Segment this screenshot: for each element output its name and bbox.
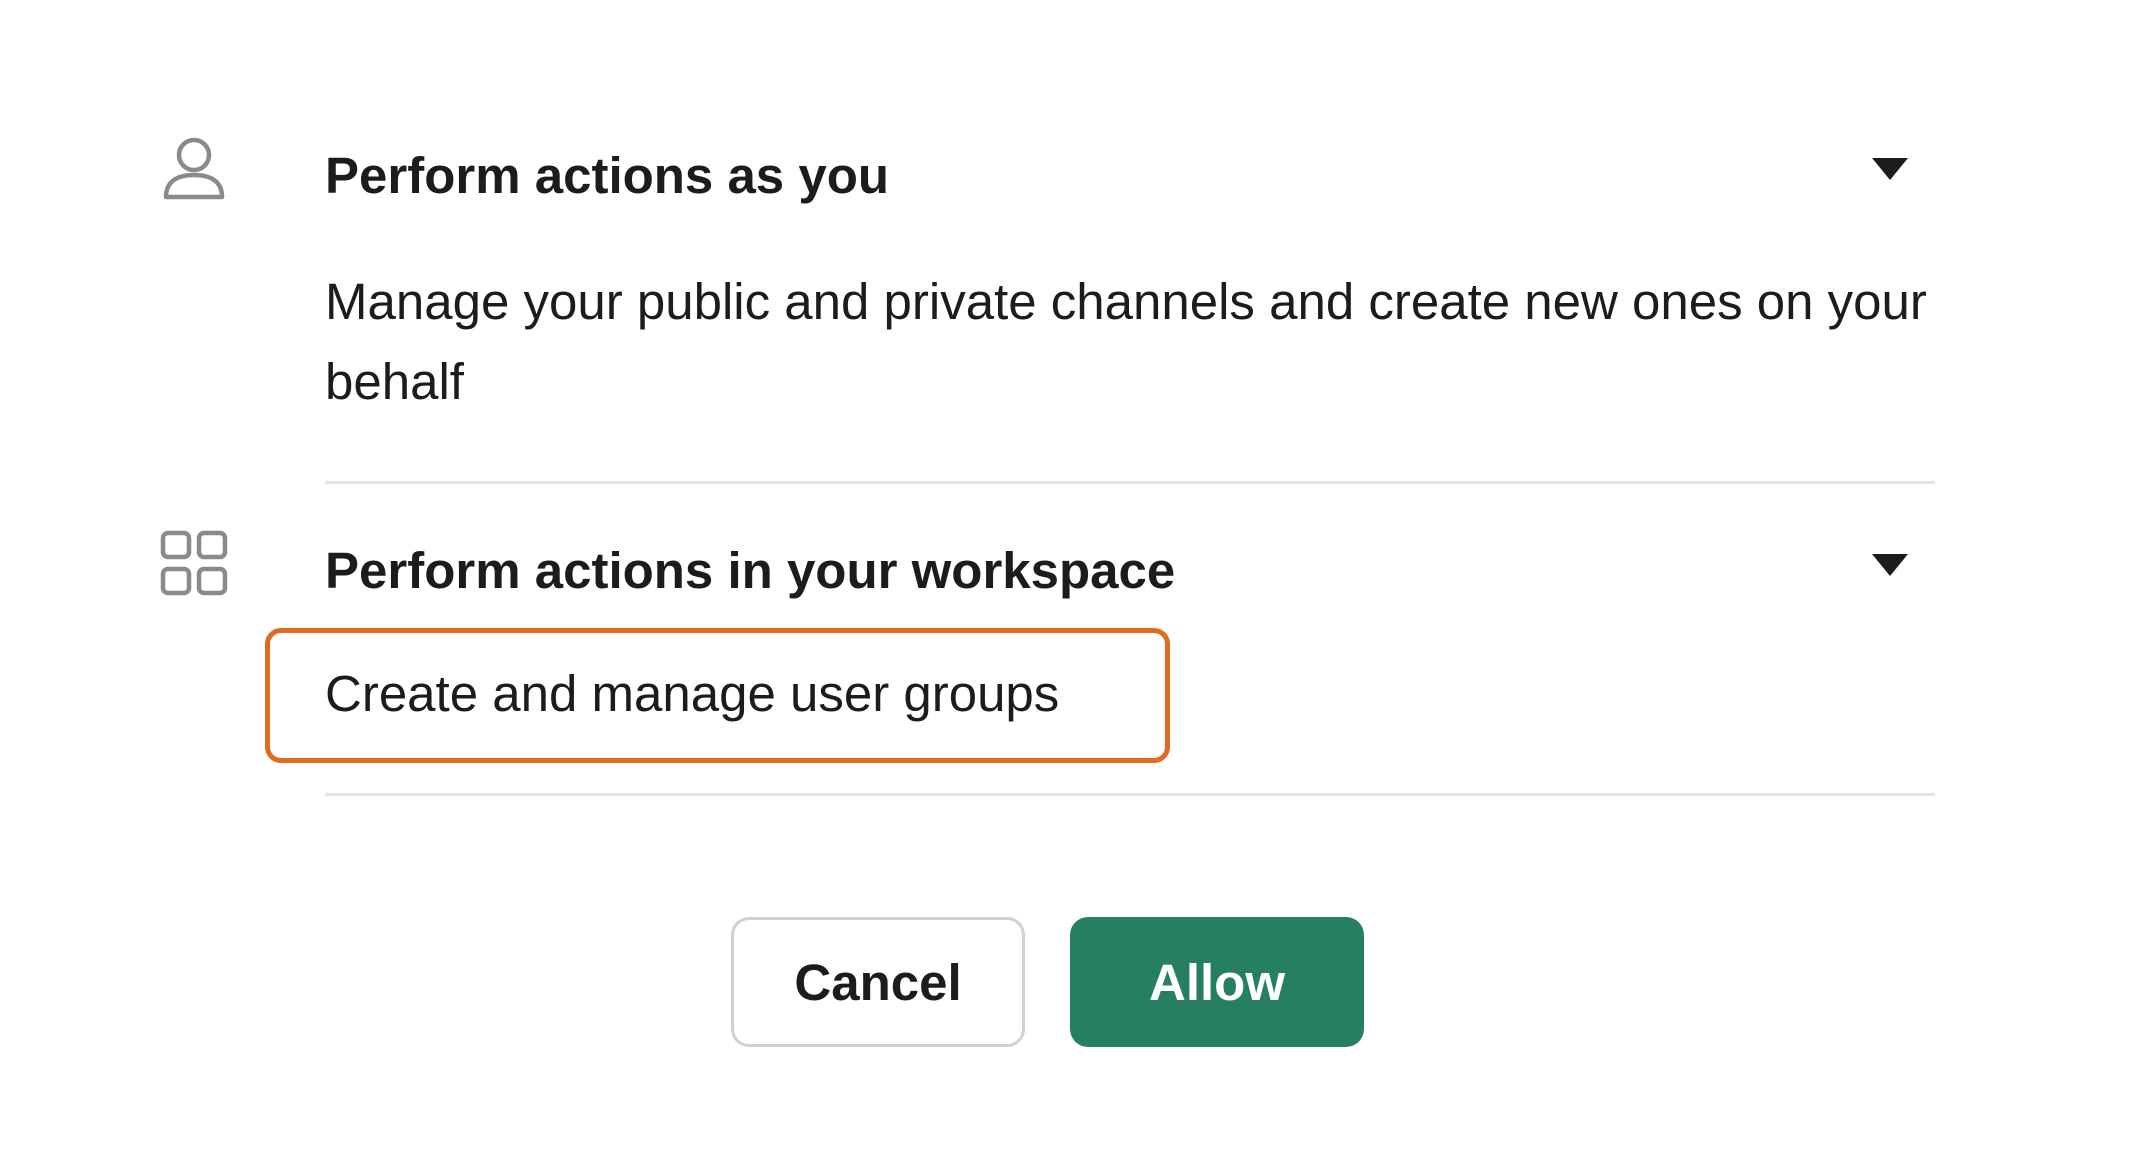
divider bbox=[325, 481, 1935, 484]
person-icon bbox=[163, 137, 225, 200]
divider bbox=[325, 793, 1935, 796]
caret-down-icon[interactable] bbox=[1872, 554, 1908, 578]
highlight-box bbox=[265, 628, 1170, 763]
cancel-button[interactable]: Cancel bbox=[731, 917, 1025, 1047]
permission-title: Perform actions as you bbox=[325, 147, 890, 204]
permission-description: Manage your public and private channels … bbox=[325, 273, 1927, 410]
grid-icon bbox=[160, 530, 228, 596]
caret-down-icon[interactable] bbox=[1872, 158, 1908, 182]
allow-button[interactable]: Allow bbox=[1070, 917, 1364, 1047]
permission-title: Perform actions in your workspace bbox=[325, 542, 1176, 599]
